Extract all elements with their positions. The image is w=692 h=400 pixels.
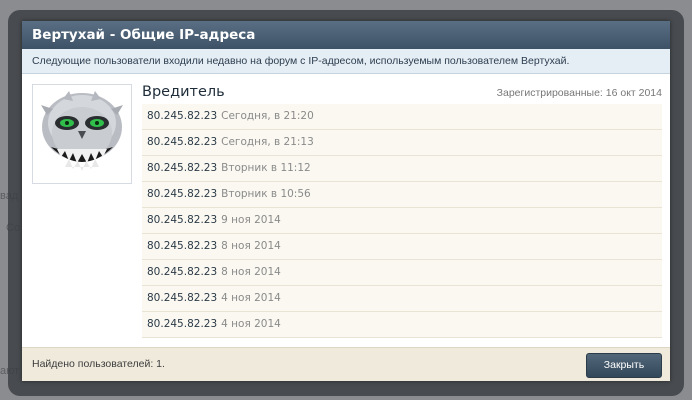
ip-list-item: 80.245.82.23 Сегодня, в 21:20	[142, 104, 662, 130]
ip-time: 4 ноя 2014	[221, 292, 281, 304]
ip-time: 8 ноя 2014	[221, 240, 281, 252]
ip-address: 80.245.82.23	[147, 266, 218, 278]
ip-address: 80.245.82.23	[147, 162, 218, 174]
dialog-description: Следующие пользователи входили недавно н…	[22, 49, 670, 74]
ip-list-item: 80.245.82.23 8 ноя 2014	[142, 260, 662, 286]
ip-time: 8 ноя 2014	[221, 266, 281, 278]
ip-address: 80.245.82.23	[147, 188, 218, 200]
ip-list: 80.245.82.23 Сегодня, в 21:20 80.245.82.2…	[142, 104, 662, 338]
ip-address: 80.245.82.23	[147, 214, 218, 226]
ip-time: 4 ноя 2014	[221, 318, 281, 330]
close-button[interactable]: Закрыть	[586, 353, 662, 378]
user-avatar[interactable]	[32, 84, 132, 184]
ip-time: Сегодня, в 21:20	[221, 110, 314, 122]
ip-list-item: 80.245.82.23 Сегодня, в 21:13	[142, 130, 662, 156]
ip-address: 80.245.82.23	[147, 292, 218, 304]
ip-time: Вторник в 11:12	[221, 162, 311, 174]
skull-avatar-icon	[33, 85, 131, 183]
ip-list-item: 80.245.82.23 Вторник в 10:56	[142, 182, 662, 208]
ip-address: 80.245.82.23	[147, 136, 218, 148]
user-name-link[interactable]: Вредитель	[142, 84, 225, 100]
ip-address: 80.245.82.23	[147, 240, 218, 252]
dialog-title: Вертухай - Общие IP-адреса	[22, 21, 670, 49]
shared-ip-dialog: Вертухай - Общие IP-адреса Следующие пол…	[22, 21, 670, 381]
ip-time: 9 ноя 2014	[221, 214, 281, 226]
ip-list-item: 80.245.82.23 4 ноя 2014	[142, 286, 662, 312]
dialog-content: Вредитель Зарегистрированные: 16 окт 201…	[22, 74, 670, 348]
ip-list-item: 80.245.82.23 9 ноя 2014	[142, 208, 662, 234]
registration-date: Зарегистрированные: 16 окт 2014	[496, 87, 662, 99]
ip-list-item: 80.245.82.23 Вторник в 11:12	[142, 156, 662, 182]
ip-time: Вторник в 10:56	[221, 188, 311, 200]
dialog-footer: Найдено пользователей: 1. Закрыть	[22, 347, 670, 381]
ip-time: Сегодня, в 21:13	[221, 136, 314, 148]
users-found-count: Найдено пользователей: 1.	[32, 358, 165, 370]
ip-address: 80.245.82.23	[147, 110, 218, 122]
ip-list-item: 80.245.82.23 4 ноя 2014	[142, 312, 662, 338]
ip-address: 80.245.82.23	[147, 318, 218, 330]
ip-list-item: 80.245.82.23 8 ноя 2014	[142, 234, 662, 260]
